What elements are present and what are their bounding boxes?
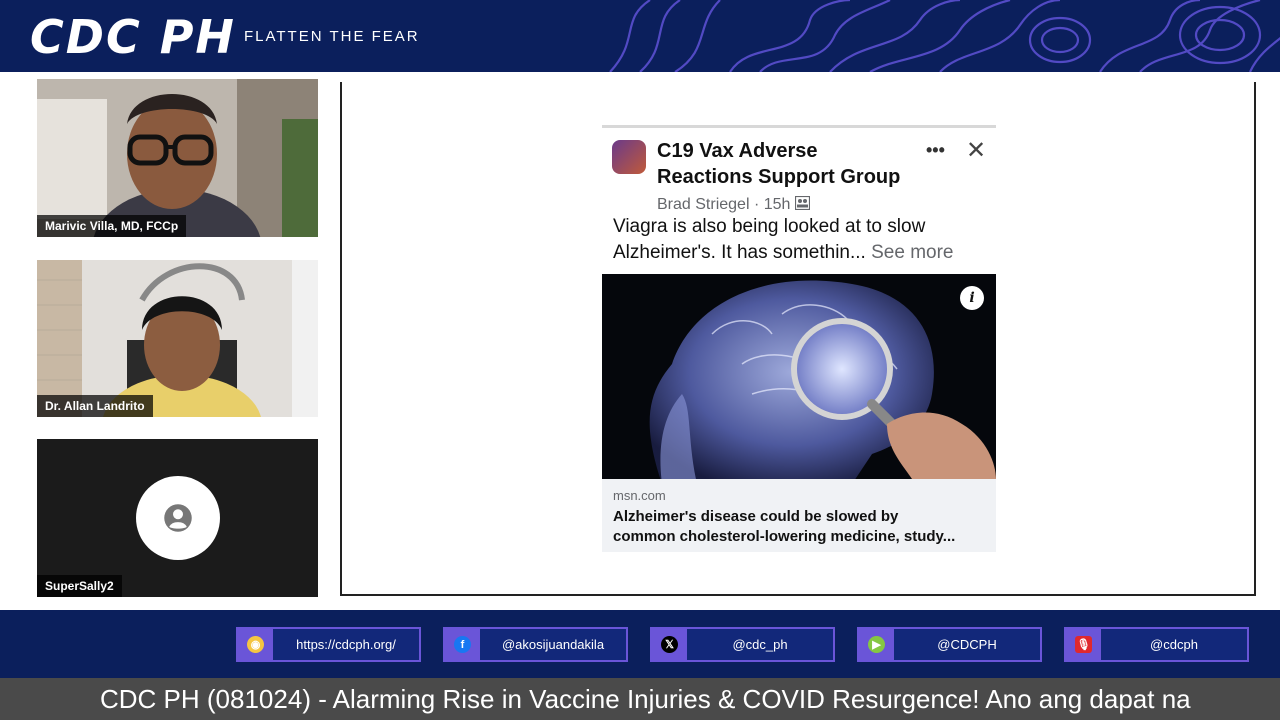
link-title: Alzheimer's disease could be slowed by c… — [613, 508, 956, 545]
facebook-post[interactable]: C19 Vax Adverse Reactions Support Group … — [602, 125, 996, 552]
social-rumble[interactable]: ▶ @CDCPH — [857, 627, 1042, 662]
info-icon[interactable]: i — [960, 286, 984, 310]
avatar — [136, 476, 220, 560]
link-preview[interactable]: msn.com Alzheimer's disease could be slo… — [602, 479, 996, 552]
participant-name-1: Marivic Villa, MD, FCCp — [37, 215, 187, 237]
rumble-icon: ▶ — [868, 636, 885, 653]
post-image[interactable]: i — [602, 274, 996, 479]
topographic-pattern — [609, 0, 1280, 72]
social-x[interactable]: 𝕏 @cdc_ph — [650, 627, 835, 662]
social-website[interactable]: ◉ https://cdcph.org/ — [236, 627, 421, 662]
post-author[interactable]: Brad Striegel — [657, 196, 750, 213]
brain-mri-image — [602, 274, 996, 479]
news-ticker: CDC PH (081024) - Alarming Rise in Vacci… — [0, 678, 1280, 720]
social-podcast[interactable]: 🎙 @cdcph — [1064, 627, 1249, 662]
post-text: Viagra is also being looked at to slow A… — [613, 216, 954, 263]
facebook-icon: f — [454, 636, 471, 653]
social-facebook[interactable]: f @akosijuandakila — [443, 627, 628, 662]
webcam-feed-1 — [37, 79, 318, 237]
close-icon[interactable]: ✕ — [966, 136, 986, 165]
participant-video-1[interactable]: Marivic Villa, MD, FCCp — [37, 79, 318, 237]
podcast-icon: 🎙 — [1075, 636, 1092, 653]
website-icon: ◉ — [247, 636, 264, 653]
webcam-feed-2 — [37, 260, 318, 417]
header-banner: CDC PH FLATTEN THE FEAR — [0, 0, 1280, 72]
tagline: FLATTEN THE FEAR — [244, 28, 420, 45]
participant-video-2[interactable]: Dr. Allan Landrito — [37, 260, 318, 417]
participant-video-3[interactable]: SuperSally2 — [37, 439, 318, 597]
group-name[interactable]: C19 Vax Adverse Reactions Support Group — [657, 138, 937, 190]
ticker-text: CDC PH (081024) - Alarming Rise in Vacci… — [100, 684, 1191, 714]
participant-name-2: Dr. Allan Landrito — [37, 395, 153, 417]
social-bar: ◉ https://cdcph.org/ f @akosijuandakila … — [0, 610, 1280, 678]
see-more-link[interactable]: See more — [871, 242, 953, 263]
members-audience-icon — [794, 195, 810, 211]
user-avatar-icon — [164, 504, 192, 532]
meta-separator: · — [753, 196, 760, 213]
more-options-icon[interactable]: ••• — [926, 140, 945, 161]
participant-name-3: SuperSally2 — [37, 575, 122, 597]
post-meta: Brad Striegel · 15h — [657, 195, 810, 214]
shared-screen: C19 Vax Adverse Reactions Support Group … — [340, 82, 1256, 596]
brand-logo: CDC PH — [30, 10, 236, 64]
post-time[interactable]: 15h — [764, 196, 791, 213]
link-domain: msn.com — [613, 488, 666, 503]
group-avatar[interactable] — [612, 140, 646, 174]
x-icon: 𝕏 — [661, 636, 678, 653]
stream-layout: CDC PH FLATTEN THE FEAR Marivic Villa, M… — [0, 0, 1280, 720]
